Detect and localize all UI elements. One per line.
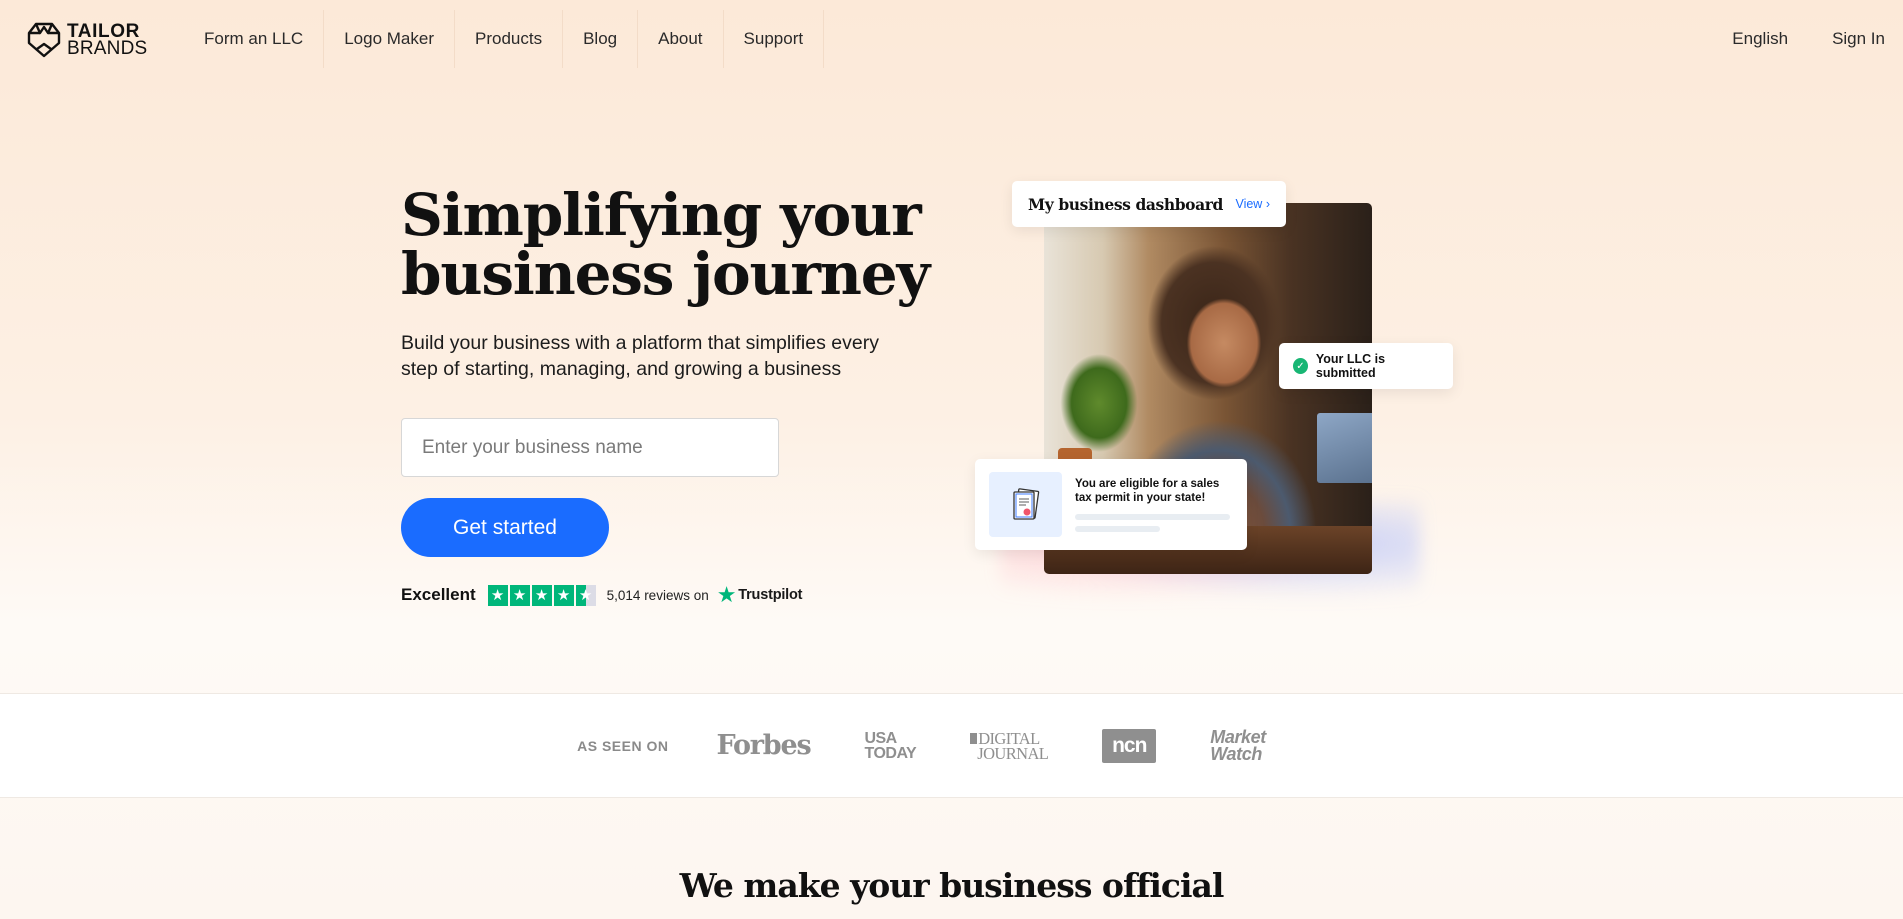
trustpilot-widget[interactable]: Excellent ★ ★ ★ ★ ★ 5,014 reviews on ★ T… xyxy=(401,584,803,606)
view-link-label: View xyxy=(1235,197,1263,211)
nav-blog[interactable]: Blog xyxy=(563,10,639,68)
nav-form-llc[interactable]: Form an LLC xyxy=(184,10,325,68)
certificate-document-icon xyxy=(989,472,1062,537)
usa-today-line2: TODAY xyxy=(864,744,917,762)
marketwatch-line2: Watch xyxy=(1210,743,1262,764)
ncn-logo: ncn xyxy=(1102,728,1157,763)
rating-stars: ★ ★ ★ ★ ★ xyxy=(487,584,596,606)
star-icon: ★ xyxy=(553,584,574,606)
star-icon: ★ xyxy=(509,584,530,606)
trustpilot-star-icon: ★ xyxy=(716,582,737,607)
forbes-logo: Forbes xyxy=(716,730,811,761)
hero-title: Simplifying your business journey xyxy=(401,181,930,308)
logo[interactable]: TAILOR BRANDS xyxy=(27,21,147,59)
marketwatch-logo: Market Watch xyxy=(1210,728,1266,764)
nav-logo-maker[interactable]: Logo Maker xyxy=(324,10,455,68)
laptop-graphic xyxy=(1317,413,1372,483)
get-started-button[interactable]: Get started xyxy=(401,498,609,557)
hero-title-line1: Simplifying your xyxy=(401,181,922,249)
as-seen-on-strip: AS SEEN ON Forbes USA TODAY DIGITAL JOUR… xyxy=(0,693,1903,798)
llc-status-card: ✓ Your LLC is submitted xyxy=(1279,343,1453,389)
usa-today-logo: USA TODAY xyxy=(864,730,917,762)
star-icon: ★ xyxy=(487,584,508,606)
main-nav: Form an LLC Logo Maker Products Blog Abo… xyxy=(184,10,825,68)
digital-journal-mark xyxy=(970,732,978,744)
digital-journal-line2: JOURNAL xyxy=(977,743,1049,763)
sign-in-link[interactable]: Sign In xyxy=(1832,29,1885,49)
language-selector[interactable]: English xyxy=(1732,29,1788,49)
dashboard-card: My business dashboard View › xyxy=(1012,181,1286,227)
check-circle-icon: ✓ xyxy=(1293,358,1308,374)
nav-support[interactable]: Support xyxy=(724,10,825,68)
header-right: English Sign In xyxy=(1732,10,1885,68)
reviews-count: 5,014 reviews on xyxy=(606,587,709,603)
llc-status-text: Your LLC is submitted xyxy=(1315,352,1386,380)
site-header: TAILOR BRANDS Form an LLC Logo Maker Pro… xyxy=(0,0,1903,78)
rating-label: Excellent xyxy=(401,585,476,604)
placeholder-bar xyxy=(1075,526,1160,532)
half-star-icon: ★ xyxy=(575,584,596,606)
trustpilot-logo[interactable]: ★ Trustpilot xyxy=(717,584,803,606)
tailor-brands-logo-icon xyxy=(27,22,61,58)
tax-permit-card: You are eligible for a sales tax permit … xyxy=(975,459,1247,550)
business-name-input[interactable] xyxy=(401,418,779,477)
star-icon: ★ xyxy=(531,584,552,606)
nav-about[interactable]: About xyxy=(638,10,724,68)
hero-title-line2: business journey xyxy=(401,240,930,308)
chevron-right-icon: › xyxy=(1265,197,1270,211)
placeholder-bar xyxy=(1075,514,1230,520)
as-seen-on-label: AS SEEN ON xyxy=(577,737,669,754)
dashboard-view-link[interactable]: View › xyxy=(1235,197,1270,211)
dashboard-card-title: My business dashboard xyxy=(1028,194,1223,214)
trustpilot-brand: Trustpilot xyxy=(738,587,803,603)
logo-line2: BRANDS xyxy=(67,38,148,59)
nav-products[interactable]: Products xyxy=(455,10,564,68)
tax-permit-text: You are eligible for a sales tax permit … xyxy=(1075,478,1220,504)
digital-journal-logo: DIGITAL JOURNAL xyxy=(970,730,1049,763)
section-title: We make your business official xyxy=(679,866,1225,905)
hero-subtitle: Build your business with a platform that… xyxy=(401,332,879,380)
